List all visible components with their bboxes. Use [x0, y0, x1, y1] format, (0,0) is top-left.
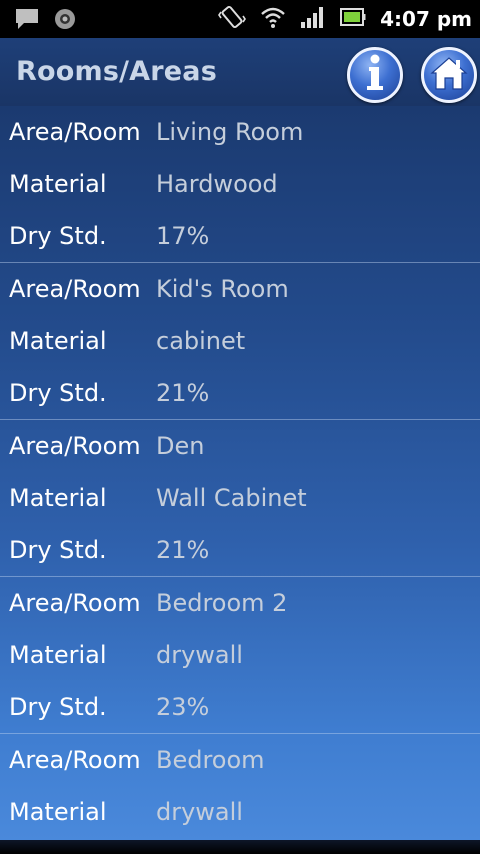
area-room-row: Area/Room Kid's Room	[0, 263, 480, 315]
area-room-label: Area/Room	[9, 746, 141, 774]
bottom-edge	[0, 840, 480, 854]
area-room-label: Area/Room	[9, 118, 141, 146]
area-room-row: Area/Room Bedroom	[0, 734, 480, 786]
info-button[interactable]	[347, 47, 403, 103]
material-row: Material Hardwood	[0, 158, 480, 210]
dry-std-label: Dry Std.	[9, 536, 107, 564]
app-notification-icon	[54, 8, 76, 34]
area-room-value: Bedroom	[156, 746, 265, 774]
dry-std-row: Dry Std. 21%	[0, 524, 480, 576]
vibrate-icon	[218, 4, 247, 34]
app-header: Rooms/Areas	[0, 38, 480, 106]
material-row: Material Wall Cabinet	[0, 472, 480, 524]
list-item[interactable]: Area/Room Den Material Wall Cabinet Dry …	[0, 420, 480, 577]
list-item[interactable]: Area/Room Living Room Material Hardwood …	[0, 106, 480, 263]
list-item[interactable]: Area/Room Bedroom 2 Material drywall Dry…	[0, 577, 480, 734]
dry-std-label: Dry Std.	[9, 222, 107, 250]
material-row: Material cabinet	[0, 315, 480, 367]
material-value: cabinet	[156, 327, 246, 355]
area-room-label: Area/Room	[9, 275, 141, 303]
dry-std-value: 17%	[156, 222, 210, 250]
home-button[interactable]	[421, 47, 477, 103]
list-item[interactable]: Area/Room Kid's Room Material cabinet Dr…	[0, 263, 480, 420]
area-room-label: Area/Room	[9, 432, 141, 460]
signal-strength-icon	[300, 5, 326, 33]
material-value: drywall	[156, 641, 243, 669]
material-label: Material	[9, 641, 107, 669]
dry-std-value: 23%	[156, 693, 210, 721]
dry-std-label: Dry Std.	[9, 379, 107, 407]
info-icon	[360, 53, 390, 97]
material-value: drywall	[156, 798, 243, 826]
home-icon	[429, 55, 469, 95]
area-room-row: Area/Room Den	[0, 420, 480, 472]
dry-std-row: Dry Std. 17%	[0, 210, 480, 262]
material-label: Material	[9, 170, 107, 198]
app-screen: 4:07 pm Rooms/Areas Area/Room Living Roo…	[0, 0, 480, 854]
wifi-icon	[260, 5, 286, 33]
status-time: 4:07 pm	[380, 7, 472, 31]
material-row: Material drywall	[0, 629, 480, 681]
dry-std-row: Dry Std. 23%	[0, 681, 480, 733]
rooms-list[interactable]: Area/Room Living Room Material Hardwood …	[0, 106, 480, 840]
material-label: Material	[9, 798, 107, 826]
area-room-label: Area/Room	[9, 589, 141, 617]
material-row: Material drywall	[0, 786, 480, 838]
area-room-value: Living Room	[156, 118, 304, 146]
dry-std-label: Dry Std.	[9, 693, 107, 721]
material-value: Hardwood	[156, 170, 278, 198]
battery-icon	[340, 6, 366, 32]
area-room-row: Area/Room Bedroom 2	[0, 577, 480, 629]
list-item[interactable]: Area/Room Bedroom Material drywall	[0, 734, 480, 840]
area-room-value: Den	[156, 432, 205, 460]
dry-std-value: 21%	[156, 379, 210, 407]
dry-std-row: Dry Std. 21%	[0, 367, 480, 419]
dry-std-value: 21%	[156, 536, 210, 564]
status-bar: 4:07 pm	[0, 0, 480, 38]
material-label: Material	[9, 327, 107, 355]
material-value: Wall Cabinet	[156, 484, 307, 512]
area-room-row: Area/Room Living Room	[0, 106, 480, 158]
message-notification-icon	[14, 7, 40, 35]
material-label: Material	[9, 484, 107, 512]
area-room-value: Kid's Room	[156, 275, 289, 303]
area-room-value: Bedroom 2	[156, 589, 288, 617]
page-title: Rooms/Areas	[16, 56, 217, 87]
